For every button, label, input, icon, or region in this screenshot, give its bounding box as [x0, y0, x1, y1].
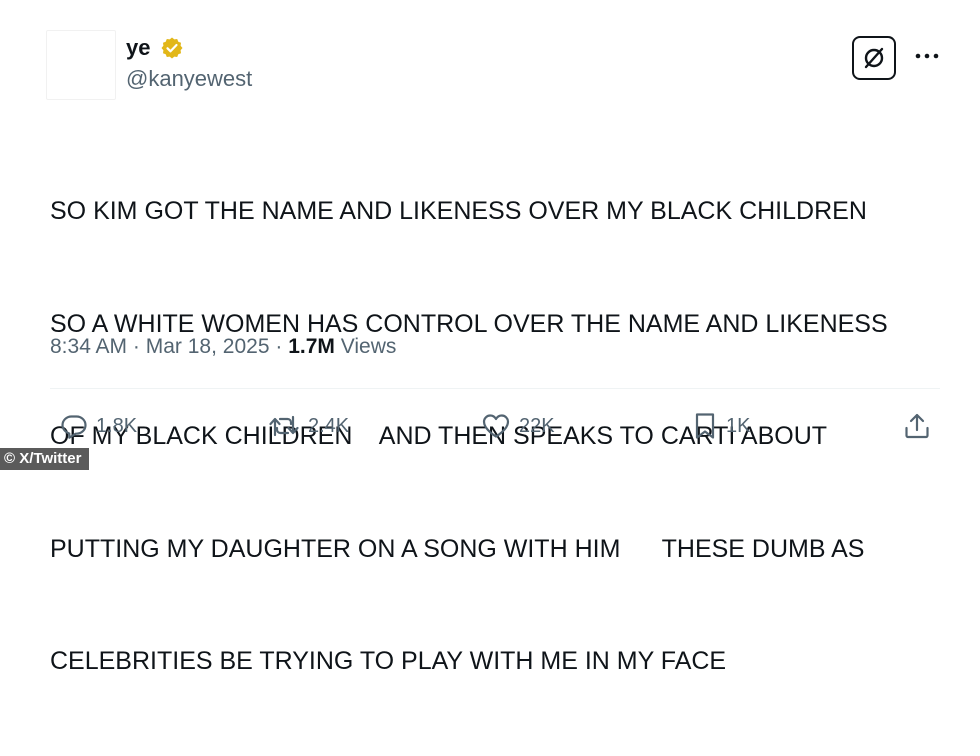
repost-button[interactable]: 2.4K	[268, 408, 349, 444]
repost-count: 2.4K	[308, 414, 350, 437]
views-label: Views	[340, 335, 397, 358]
bookmark-button[interactable]: 1K	[692, 408, 750, 444]
bookmark-count: 1K	[726, 414, 751, 437]
display-name[interactable]: ye	[126, 35, 150, 61]
grok-button[interactable]	[852, 36, 896, 80]
reply-count: 1.8K	[96, 414, 138, 437]
post-text-line: SO KIM GOT THE NAME AND LIKENESS OVER MY…	[50, 197, 867, 225]
user-handle[interactable]: @kanyewest	[126, 66, 252, 92]
share-button[interactable]	[903, 408, 931, 444]
divider	[50, 388, 940, 389]
share-icon	[905, 413, 929, 439]
verified-badge-icon	[161, 37, 183, 59]
action-bar: 1.8K 2.4K 22K 1K	[0, 408, 980, 448]
like-icon	[482, 414, 510, 438]
post-time[interactable]: 8:34 AM	[50, 335, 127, 358]
views-count[interactable]: 1.7M	[288, 335, 335, 358]
like-count: 22K	[519, 414, 555, 437]
meta-separator: ·	[275, 335, 283, 358]
image-credit: © X/Twitter	[0, 448, 90, 470]
meta-separator: ·	[132, 335, 140, 358]
more-options-button[interactable]	[912, 44, 942, 68]
bookmark-icon	[695, 413, 715, 439]
post-meta: 8:34 AM · Mar 18, 2025 · 1.7M Views	[50, 333, 396, 361]
reply-icon	[61, 415, 87, 439]
post-text-line: CELEBRITIES BE TRYING TO PLAY WITH ME IN…	[50, 647, 727, 675]
avatar[interactable]	[46, 30, 116, 100]
reply-button[interactable]: 1.8K	[60, 408, 137, 444]
repost-icon	[269, 415, 299, 437]
more-icon	[915, 53, 939, 59]
grok-icon	[864, 47, 884, 69]
post-card: ye @kanyewest SO KIM GOT THE NAME AND LI…	[0, 0, 980, 675]
like-button[interactable]: 22K	[481, 408, 555, 444]
post-date[interactable]: Mar 18, 2025	[146, 335, 270, 358]
post-text-line: PUTTING MY DAUGHTER ON A SONG WITH HIM T…	[50, 534, 865, 563]
